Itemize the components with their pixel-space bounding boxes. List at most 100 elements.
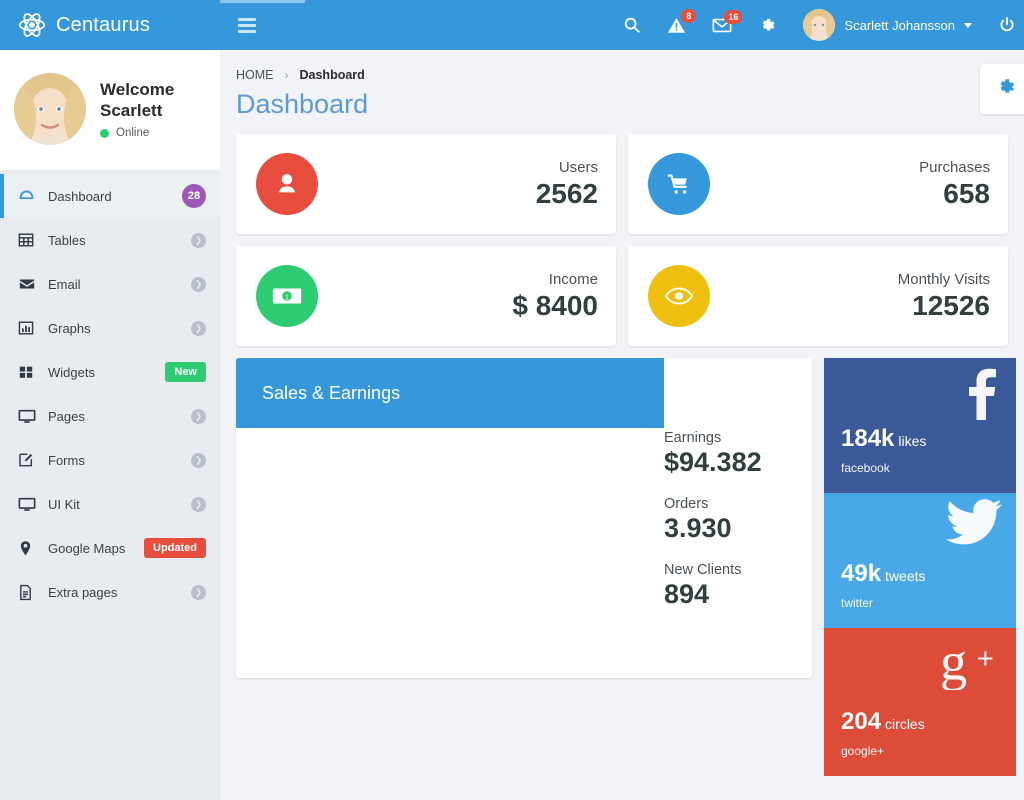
sales-panel-title: Sales & Earnings — [262, 382, 401, 403]
social-count-unit: tweets — [885, 568, 926, 584]
cart-icon — [648, 153, 710, 215]
sidebar-item-graphs[interactable]: Graphs ❯ — [0, 306, 220, 350]
status-row: Online — [100, 127, 206, 139]
sidebar-item-label: Graphs — [48, 320, 91, 336]
svg-text:g: g — [940, 634, 967, 690]
sidebar-item-email[interactable]: Email ❯ — [0, 262, 220, 306]
sidebar-item-pages[interactable]: Pages ❯ — [0, 394, 220, 438]
brand-name: Centaurus — [56, 13, 151, 36]
sidebar-item-label: Pages — [48, 408, 85, 424]
welcome-label: Welcome Scarlett — [100, 79, 175, 120]
sales-panel-header: Sales & Earnings — [236, 358, 664, 428]
grid-icon — [18, 364, 48, 380]
map-pin-icon — [18, 540, 48, 557]
breadcrumb-separator-icon: › — [284, 68, 289, 82]
social-card-googleplus[interactable]: g + 204 circles google+ — [824, 628, 1016, 776]
search-icon[interactable] — [623, 16, 641, 34]
metric-value: 3.930 — [664, 513, 732, 543]
stat-text: Income $ 8400 — [512, 271, 598, 322]
brand-header[interactable]: Centaurus — [0, 0, 220, 50]
sidebar-item-google-maps[interactable]: Google Maps Updated — [0, 526, 220, 570]
sidebar-badge-count: 28 — [182, 184, 206, 208]
sidebar-item-extra-pages[interactable]: Extra pages ❯ — [0, 570, 220, 614]
online-dot-icon — [100, 128, 109, 138]
sidebar-menu: Dashboard 28 Tables ❯ Email ❯ Graphs ❯ W… — [0, 170, 220, 614]
stat-text: Monthly Visits 12526 — [898, 271, 990, 322]
settings-panel-button[interactable] — [980, 64, 1024, 114]
sidebar-item-forms[interactable]: Forms ❯ — [0, 438, 220, 482]
chevron-right-icon: ❯ — [191, 232, 206, 248]
twitter-icon — [946, 499, 1002, 550]
edit-icon — [18, 452, 48, 468]
social-count: 49k tweets — [841, 560, 926, 588]
breadcrumb-current: Dashboard — [299, 68, 365, 82]
stat-card-purchases[interactable]: Purchases 658 — [628, 134, 1008, 234]
stat-text: Users 2562 — [536, 159, 598, 210]
sidebar-item-label: UI Kit — [48, 496, 80, 512]
breadcrumb: HOME › Dashboard — [236, 68, 1016, 82]
stat-value: 2562 — [535, 177, 598, 209]
document-icon — [18, 584, 48, 601]
sidebar-item-dashboard[interactable]: Dashboard 28 — [0, 174, 220, 218]
chevron-right-icon: ❯ — [191, 408, 206, 424]
breadcrumb-home[interactable]: HOME — [236, 68, 274, 82]
stat-label: Income — [548, 270, 598, 288]
sidebar-item-tables[interactable]: Tables ❯ — [0, 218, 220, 262]
gear-icon[interactable] — [758, 16, 777, 35]
user-menu[interactable]: Scarlett Johansson — [803, 9, 972, 41]
bar-chart-icon — [18, 320, 48, 336]
eye-icon — [648, 265, 710, 327]
envelope-icon[interactable]: 16 — [712, 9, 743, 34]
stat-card-monthly-visits[interactable]: Monthly Visits 12526 — [628, 246, 1008, 346]
metric-new-clients: New Clients 894 — [664, 562, 786, 610]
metric-label: New Clients — [664, 562, 742, 578]
user-name-label: Scarlett Johansson — [844, 17, 955, 33]
stat-cards: Users 2562 Purchases 658 1 Income $ 8400… — [220, 120, 1024, 346]
stat-card-income[interactable]: 1 Income $ 8400 — [236, 246, 616, 346]
sidebar-profile: Welcome Scarlett Online — [0, 50, 220, 170]
metric-value: 894 — [664, 579, 710, 609]
chevron-right-icon: ❯ — [191, 496, 206, 512]
profile-text: Welcome Scarlett Online — [100, 79, 206, 139]
warning-triangle-icon[interactable]: 8 — [667, 8, 697, 35]
stat-label: Purchases — [919, 158, 990, 176]
sidebar-badge-updated: Updated — [144, 538, 206, 558]
hamburger-icon[interactable] — [238, 17, 256, 33]
stat-label: Monthly Visits — [897, 270, 990, 288]
sales-metrics: Earnings $94.382 Orders 3.930 New Client… — [664, 430, 812, 628]
facebook-icon — [958, 364, 1002, 425]
topbar-actions: 8 16 Scarlett Johansson — [623, 8, 1016, 41]
sidebar-item-ui-kit[interactable]: UI Kit ❯ — [0, 482, 220, 526]
sidebar-item-widgets[interactable]: Widgets New — [0, 350, 220, 394]
alerts-badge: 8 — [681, 8, 697, 23]
speedometer-icon — [18, 188, 48, 205]
avatar — [14, 73, 86, 145]
stat-card-users[interactable]: Users 2562 — [236, 134, 616, 234]
power-icon[interactable] — [998, 16, 1016, 34]
social-network-label: google+ — [841, 744, 885, 758]
messages-badge: 16 — [724, 9, 743, 24]
caret-down-icon — [964, 22, 972, 28]
social-card-facebook[interactable]: 184k likes facebook — [824, 358, 1016, 493]
social-card-twitter[interactable]: 49k tweets twitter — [824, 493, 1016, 628]
table-icon — [18, 232, 48, 248]
sidebar-item-label: Widgets — [48, 364, 95, 380]
chevron-right-icon: ❯ — [191, 452, 206, 468]
sidebar-item-label: Dashboard — [48, 188, 112, 204]
social-network-label: facebook — [841, 461, 890, 475]
page-content: HOME › Dashboard Dashboard Users 2562 Pu… — [220, 50, 1024, 800]
social-count-unit: likes — [898, 433, 927, 449]
monitor-icon — [18, 496, 48, 513]
stat-text: Purchases 658 — [919, 159, 990, 210]
social-count-value: 49k — [841, 560, 882, 587]
chevron-right-icon: ❯ — [191, 276, 206, 292]
sidebar: Centaurus Welcome Scarlett Online Dashbo… — [0, 0, 220, 800]
metric-value: $94.382 — [664, 447, 762, 477]
lower-row: Sales & Earnings Earnings $94.382 Orders… — [220, 346, 1024, 776]
sidebar-item-label: Email — [48, 276, 81, 292]
monitor-icon — [18, 408, 48, 425]
social-network-label: twitter — [841, 596, 874, 610]
metric-earnings: Earnings $94.382 — [664, 430, 786, 478]
social-count: 204 circles — [841, 708, 925, 736]
metric-label: Earnings — [664, 430, 722, 446]
